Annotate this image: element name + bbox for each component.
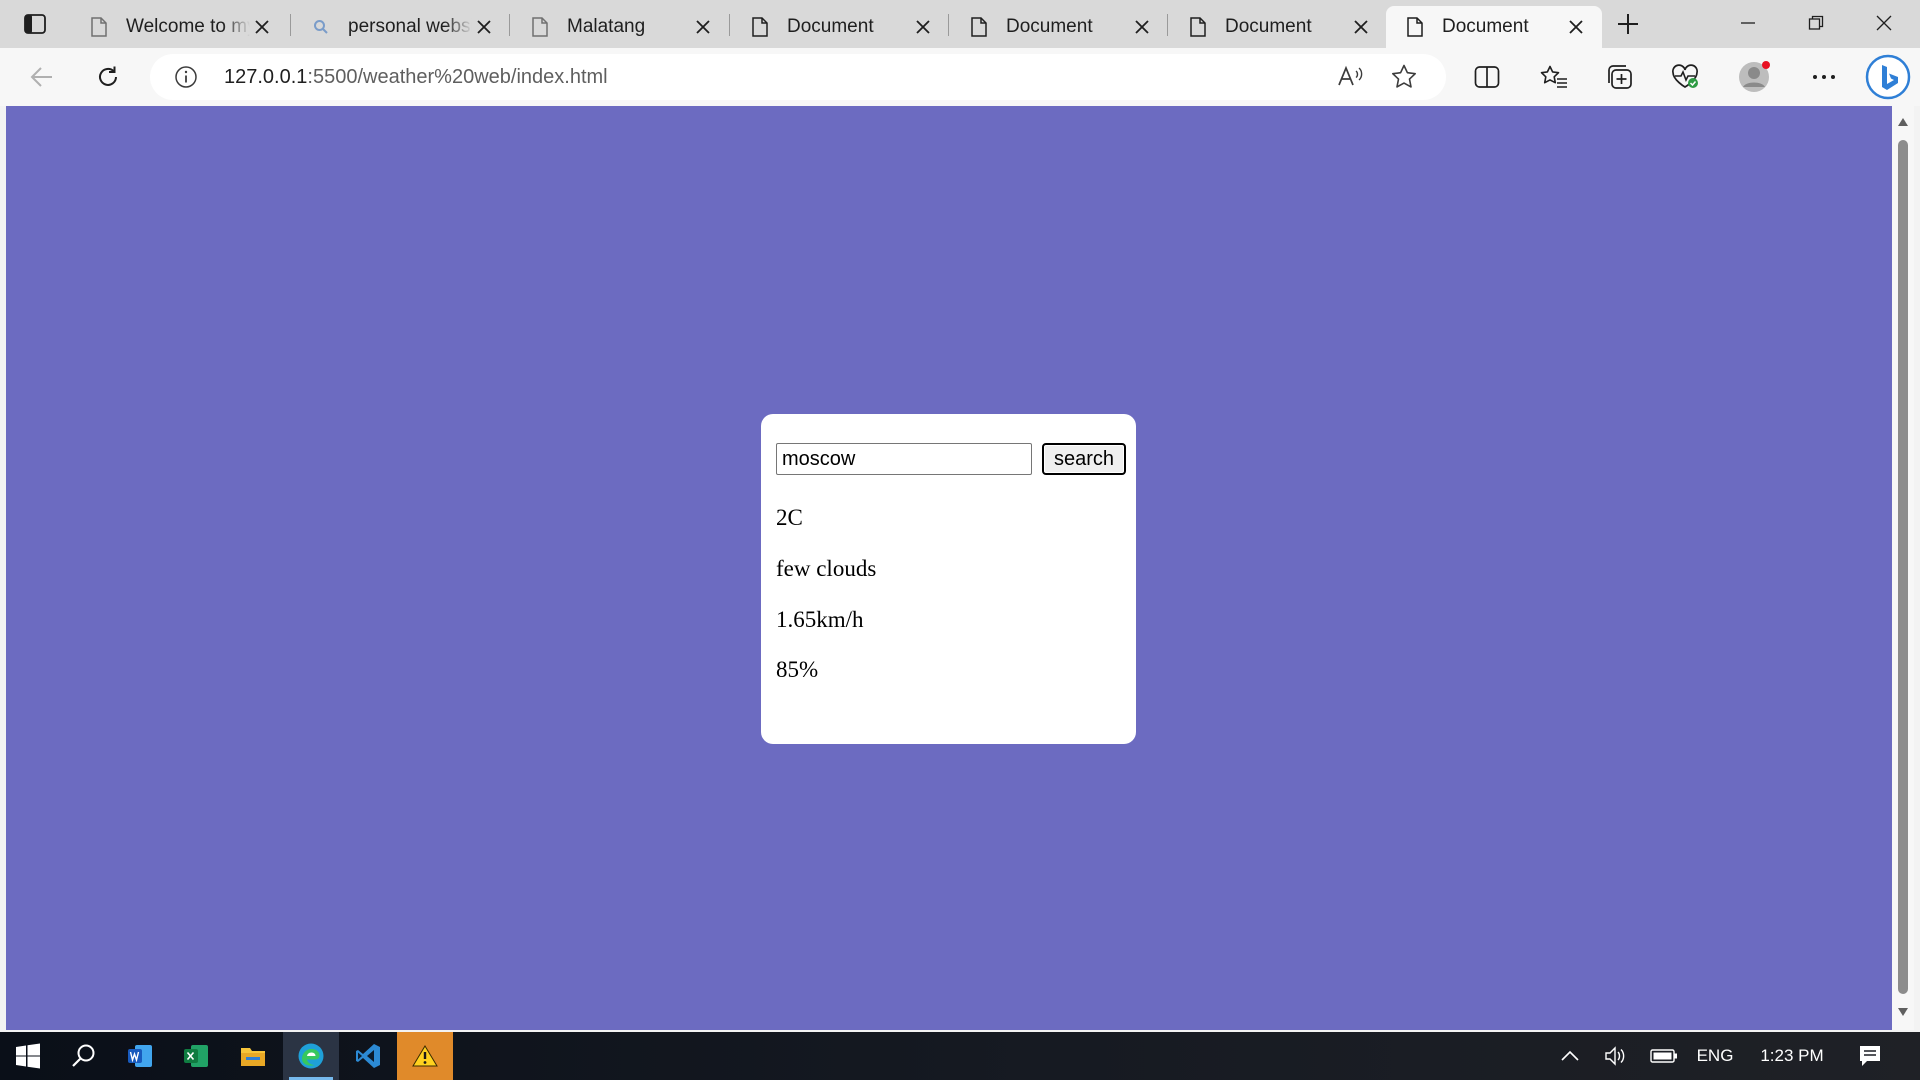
more-menu-icon[interactable] xyxy=(1804,58,1844,96)
page-icon xyxy=(529,16,551,38)
page-icon xyxy=(1187,16,1209,38)
vertical-scrollbar[interactable] xyxy=(1892,106,1914,1030)
weather-description-text: few clouds xyxy=(776,556,877,581)
tab-document-2[interactable]: Document xyxy=(950,6,1168,48)
battery-icon[interactable] xyxy=(1646,1032,1682,1080)
tab-personal-website[interactable]: personal websit xyxy=(292,6,510,48)
search-button[interactable]: search xyxy=(1042,443,1126,475)
page-icon xyxy=(968,16,990,38)
tab-actions-icon[interactable] xyxy=(14,9,56,39)
scrollbar-thumb[interactable] xyxy=(1898,140,1908,994)
windows-taskbar: ENG 1:23 PM xyxy=(0,1032,1920,1080)
tab-title: Document xyxy=(1225,16,1312,37)
browser-toolbar: 127.0.0.1:5500/weather%20web/index.html xyxy=(0,48,1920,106)
tab-separator xyxy=(729,14,730,36)
close-icon[interactable] xyxy=(691,15,715,39)
split-screen-icon[interactable] xyxy=(1467,58,1507,96)
file-explorer-icon[interactable] xyxy=(225,1032,281,1080)
new-tab-button[interactable] xyxy=(1610,9,1646,39)
favorites-icon[interactable] xyxy=(1534,58,1574,96)
tab-title: personal websit xyxy=(348,16,472,37)
scroll-up-arrow-icon[interactable] xyxy=(1897,114,1909,132)
weather-card: search 2C few clouds 1.65km/h 85% xyxy=(761,414,1136,744)
tab-separator xyxy=(509,14,510,36)
wind-speed-text: 1.65km/h xyxy=(776,607,864,632)
city-search-input[interactable] xyxy=(776,443,1032,475)
page-viewport: search 2C few clouds 1.65km/h 85% xyxy=(6,106,1892,1030)
tab-strip: Welcome to my personal websit Malatang D… xyxy=(0,0,1920,48)
tab-title: Welcome to my xyxy=(126,16,250,37)
humidity-text: 85% xyxy=(776,657,819,682)
refresh-button[interactable] xyxy=(88,58,128,96)
url-text[interactable]: 127.0.0.1:5500/weather%20web/index.html xyxy=(224,66,608,89)
profile-avatar[interactable] xyxy=(1734,58,1774,96)
tab-title: Document xyxy=(787,16,874,37)
tab-malatang[interactable]: Malatang xyxy=(511,6,729,48)
close-icon[interactable] xyxy=(250,15,274,39)
tab-document-1[interactable]: Document xyxy=(731,6,949,48)
vscode-app-icon[interactable] xyxy=(340,1032,396,1080)
browser-essentials-icon[interactable] xyxy=(1665,58,1705,96)
bing-copilot-icon[interactable] xyxy=(1864,52,1912,102)
url-host: 127.0.0.1 xyxy=(224,66,308,88)
tab-title: Document xyxy=(1442,16,1529,37)
tab-welcome[interactable]: Welcome to my xyxy=(70,6,288,48)
notification-center-icon[interactable] xyxy=(1850,1032,1890,1080)
search-icon xyxy=(310,16,332,38)
excel-app-icon[interactable] xyxy=(168,1032,224,1080)
page-icon xyxy=(1404,16,1426,38)
restore-button[interactable] xyxy=(1782,0,1850,46)
close-icon[interactable] xyxy=(911,15,935,39)
tab-separator xyxy=(290,14,291,36)
close-icon[interactable] xyxy=(472,15,496,39)
input-language-indicator[interactable]: ENG xyxy=(1690,1032,1740,1080)
tab-title: Malatang xyxy=(567,16,646,37)
start-button[interactable] xyxy=(0,1032,56,1080)
favorite-star-icon[interactable] xyxy=(1390,63,1420,91)
tab-separator xyxy=(948,14,949,36)
show-hidden-icons-chevron-icon[interactable] xyxy=(1552,1032,1588,1080)
collections-icon[interactable] xyxy=(1600,58,1640,96)
tab-document-active[interactable]: Document xyxy=(1386,6,1602,48)
search-icon[interactable] xyxy=(56,1032,112,1080)
close-icon[interactable] xyxy=(1564,15,1588,39)
temperature-text: 2C xyxy=(776,505,803,530)
tab-separator xyxy=(1167,14,1168,36)
site-info-icon[interactable] xyxy=(174,65,198,89)
word-app-icon[interactable] xyxy=(112,1032,168,1080)
read-aloud-icon[interactable] xyxy=(1336,63,1366,91)
edge-app-icon[interactable] xyxy=(283,1032,339,1080)
back-button[interactable] xyxy=(22,58,62,96)
tab-document-3[interactable]: Document xyxy=(1169,6,1387,48)
page-icon xyxy=(749,16,771,38)
scroll-down-arrow-icon[interactable] xyxy=(1897,1004,1909,1022)
tab-title: Document xyxy=(1006,16,1093,37)
close-window-button[interactable] xyxy=(1850,0,1918,46)
url-path: :5500/weather%20web/index.html xyxy=(307,66,608,88)
minimize-button[interactable] xyxy=(1714,0,1782,46)
close-icon[interactable] xyxy=(1130,15,1154,39)
clock-time[interactable]: 1:23 PM xyxy=(1750,1032,1834,1080)
page-icon xyxy=(88,16,110,38)
warning-app-icon[interactable] xyxy=(397,1032,453,1080)
close-icon[interactable] xyxy=(1349,15,1373,39)
volume-icon[interactable] xyxy=(1598,1032,1634,1080)
address-bar[interactable]: 127.0.0.1:5500/weather%20web/index.html xyxy=(150,54,1446,100)
